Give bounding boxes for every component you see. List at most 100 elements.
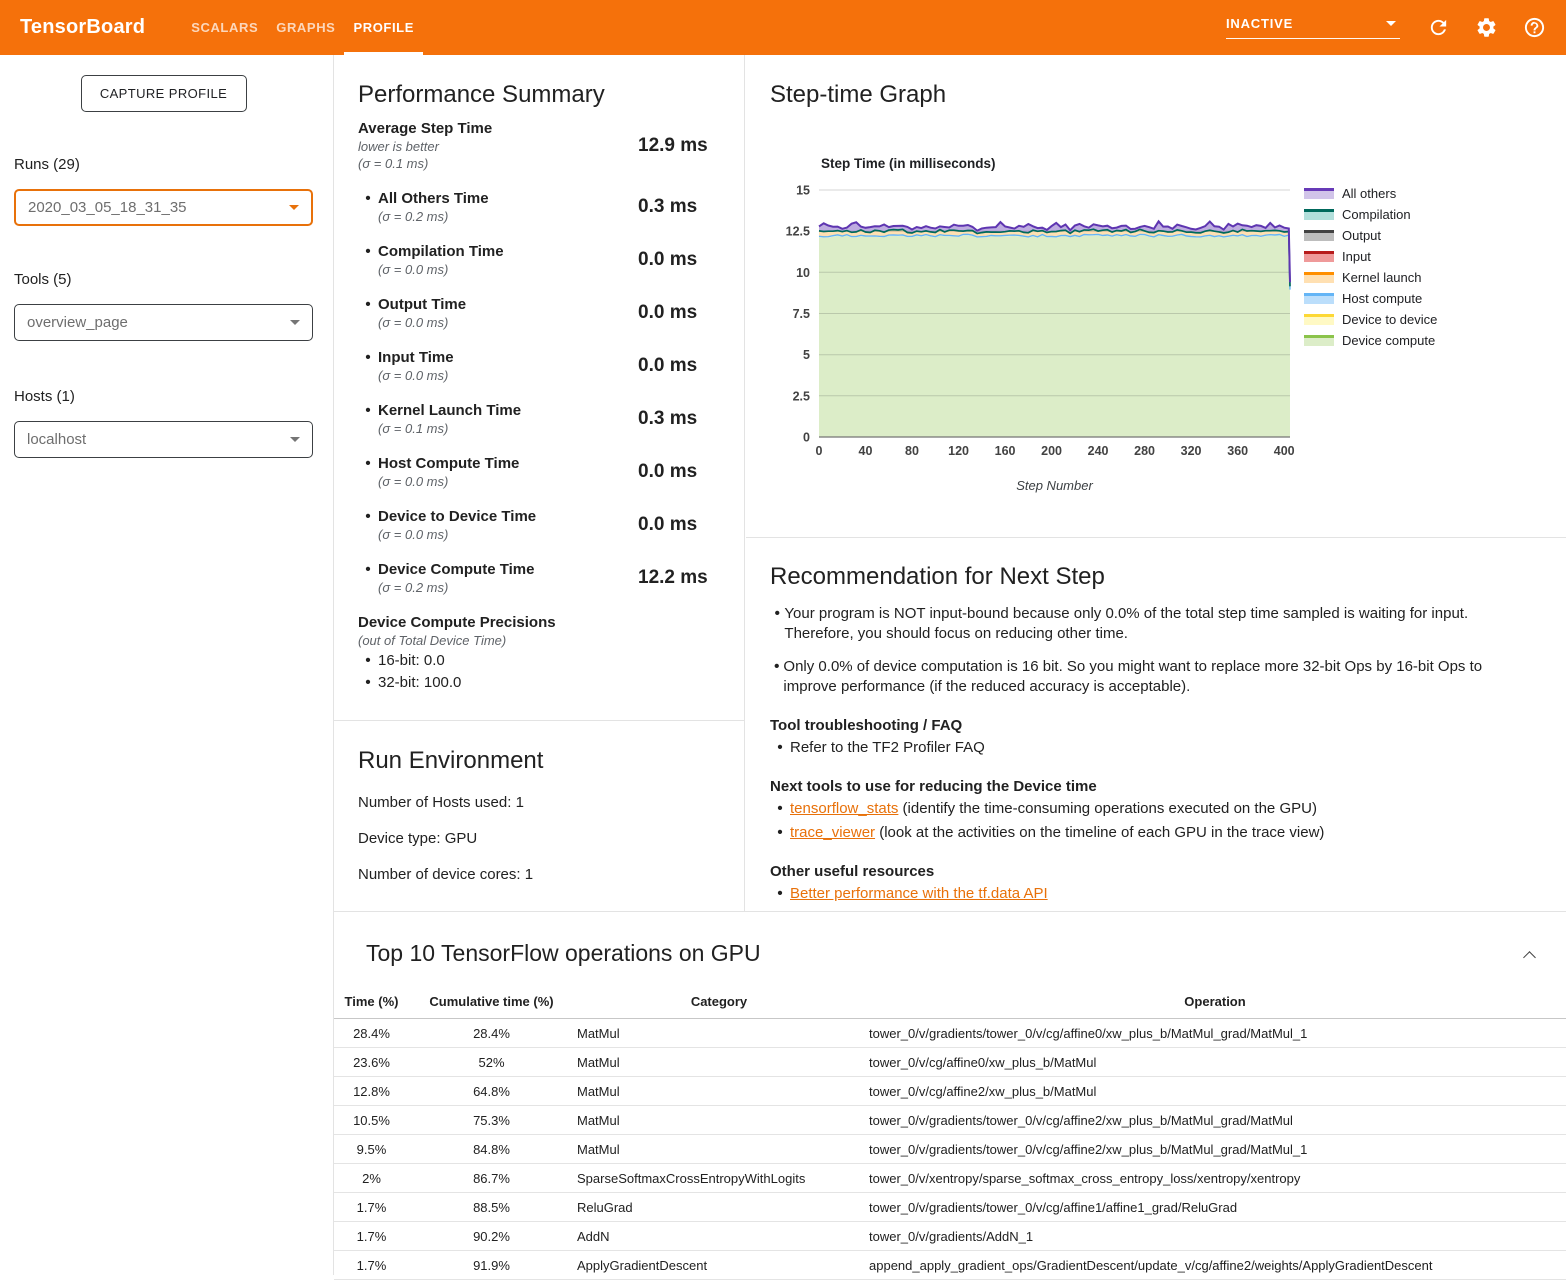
metric-value: 0.3 ms	[638, 196, 720, 218]
table-row: 1.7%91.9% ApplyGradientDescentappend_app…	[334, 1251, 1566, 1280]
settings-icon[interactable]	[1474, 16, 1498, 40]
table-row: 2%86.7% SparseSoftmaxCrossEntropyWithLog…	[334, 1164, 1566, 1193]
svg-text:80: 80	[905, 444, 919, 458]
top-ops-title: Top 10 TensorFlow operations on GPU	[366, 940, 1566, 967]
status-dropdown-value: INACTIVE	[1226, 16, 1293, 31]
bullet-item: •Only 0.0% of device computation is 16 b…	[770, 657, 1528, 697]
tab-scalars[interactable]: SCALARS	[182, 0, 267, 55]
metric-item: • Device to Device Time (σ = 0.0 ms) 0.0…	[358, 507, 720, 543]
legend-item: Device to device	[1304, 309, 1437, 330]
tab-profile[interactable]: PROFILE	[344, 0, 423, 55]
bullet-item: •Refer to the TF2 Profiler FAQ	[770, 738, 1528, 758]
legend-item: Output	[1304, 225, 1437, 246]
app-header: TensorBoard SCALARS GRAPHS PROFILE INACT…	[0, 0, 1566, 55]
metric-item: • All Others Time (σ = 0.2 ms) 0.3 ms	[358, 189, 720, 225]
table-row: 12.8%64.8% MatMultower_0/v/cg/affine2/xw…	[334, 1077, 1566, 1106]
refresh-icon[interactable]	[1426, 16, 1450, 40]
legend-item: Input	[1304, 246, 1437, 267]
legend-swatch-icon	[1304, 188, 1334, 199]
legend-item: All others	[1304, 183, 1437, 204]
bullet: •	[358, 560, 378, 596]
caret-down-icon	[290, 320, 300, 325]
table-column-header: Cumulative time (%)	[409, 990, 574, 1019]
svg-text:400: 400	[1274, 444, 1295, 458]
recommendation-section: Recommendation for Next Step •Your progr…	[770, 537, 1528, 904]
svg-text:0: 0	[803, 431, 810, 445]
hosts-select-value: localhost	[27, 431, 86, 448]
legend-swatch-icon	[1304, 314, 1334, 325]
table-column-header: Category	[574, 990, 864, 1019]
bullet: •	[358, 401, 378, 437]
bullet: •	[358, 189, 378, 225]
caret-down-icon	[1386, 21, 1396, 26]
faq-heading: Tool troubleshooting / FAQ	[770, 717, 1528, 734]
caret-down-icon	[290, 437, 300, 442]
step-time-chart: Step Time (in milliseconds)02.557.51012.…	[770, 130, 1330, 495]
tool-link[interactable]: trace_viewer	[790, 824, 875, 841]
metric-value: 0.0 ms	[638, 514, 720, 536]
resources-heading: Other useful resources	[770, 863, 1528, 880]
capture-profile-button[interactable]: CAPTURE PROFILE	[81, 75, 247, 112]
svg-text:200: 200	[1041, 444, 1062, 458]
bullet: •	[358, 295, 378, 331]
bullet-item: •Your program is NOT input-bound because…	[770, 604, 1528, 644]
tool-link[interactable]: tensorflow_stats	[790, 800, 898, 817]
resource-link[interactable]: Better performance with the tf.data API	[790, 885, 1048, 902]
tab-graphs[interactable]: GRAPHS	[267, 0, 344, 55]
runs-select[interactable]: 2020_03_05_18_31_35	[14, 189, 313, 226]
metric-item: • Device Compute Time (σ = 0.2 ms) 12.2 …	[358, 560, 720, 596]
bullet-item: •trace_viewer (look at the activities on…	[770, 823, 1528, 843]
collapse-chevron-up-icon[interactable]	[1522, 950, 1536, 964]
svg-text:15: 15	[796, 184, 810, 198]
legend-item: Compilation	[1304, 204, 1437, 225]
metric-value: 0.0 ms	[638, 461, 720, 483]
metric-item: • Compilation Time (σ = 0.0 ms) 0.0 ms	[358, 242, 720, 278]
app-title: TensorBoard	[20, 16, 145, 39]
svg-text:Step Time (in milliseconds): Step Time (in milliseconds)	[821, 156, 996, 171]
top-ops-section: Top 10 TensorFlow operations on GPU Time…	[334, 911, 1566, 1275]
hosts-label: Hosts (1)	[14, 388, 313, 405]
run-env-line: Number of Hosts used: 1	[358, 794, 720, 811]
metric-value: 0.0 ms	[638, 249, 720, 271]
legend-item: Kernel launch	[1304, 267, 1437, 288]
table-row: 9.5%84.8% MatMultower_0/v/gradients/towe…	[334, 1135, 1566, 1164]
header-actions: INACTIVE	[1226, 0, 1558, 55]
table-column-header: Operation	[864, 990, 1566, 1019]
svg-text:10: 10	[796, 266, 810, 280]
svg-text:360: 360	[1227, 444, 1248, 458]
legend-swatch-icon	[1304, 293, 1334, 304]
runs-select-value: 2020_03_05_18_31_35	[28, 199, 187, 216]
run-environment-section: Run Environment Number of Hosts used: 1D…	[358, 746, 720, 883]
recommendation-title: Recommendation for Next Step	[770, 562, 1528, 591]
bullet: •	[358, 507, 378, 543]
table-row: 1.7%88.5% ReluGradtower_0/v/gradients/to…	[334, 1193, 1566, 1222]
tools-select-value: overview_page	[27, 314, 128, 331]
svg-text:5: 5	[803, 348, 810, 362]
bullet-item: •tensorflow_stats (identify the time-con…	[770, 799, 1528, 819]
legend-swatch-icon	[1304, 272, 1334, 283]
metric-item: • Host Compute Time (σ = 0.0 ms) 0.0 ms	[358, 454, 720, 490]
metric-value: 0.0 ms	[638, 355, 720, 377]
hosts-select[interactable]: localhost	[14, 421, 313, 458]
bullet: •	[358, 348, 378, 384]
status-dropdown[interactable]: INACTIVE	[1226, 16, 1400, 39]
bullet-item: •Better performance with the tf.data API	[770, 884, 1528, 904]
legend-swatch-icon	[1304, 230, 1334, 241]
tools-select[interactable]: overview_page	[14, 304, 313, 341]
svg-text:0: 0	[816, 444, 823, 458]
metric-average-step-time: Average Step Time lower is better (σ = 0…	[358, 119, 720, 172]
nav-tabs: SCALARS GRAPHS PROFILE	[182, 0, 423, 55]
runs-label: Runs (29)	[14, 156, 313, 173]
run-env-line: Device type: GPU	[358, 830, 720, 847]
legend-swatch-icon	[1304, 335, 1334, 346]
table-column-header: Time (%)	[334, 990, 409, 1019]
legend-item: Host compute	[1304, 288, 1437, 309]
step-time-chart-area: Step Time (in milliseconds)02.557.51012.…	[770, 130, 1560, 500]
metric-item: • Input Time (σ = 0.0 ms) 0.0 ms	[358, 348, 720, 384]
run-env-line: Number of device cores: 1	[358, 866, 720, 883]
legend-swatch-icon	[1304, 251, 1334, 262]
svg-text:40: 40	[859, 444, 873, 458]
step-time-graph-title: Step-time Graph	[770, 80, 1542, 109]
table-row: 23.6%52% MatMultower_0/v/cg/affine0/xw_p…	[334, 1048, 1566, 1077]
help-icon[interactable]	[1522, 16, 1546, 40]
